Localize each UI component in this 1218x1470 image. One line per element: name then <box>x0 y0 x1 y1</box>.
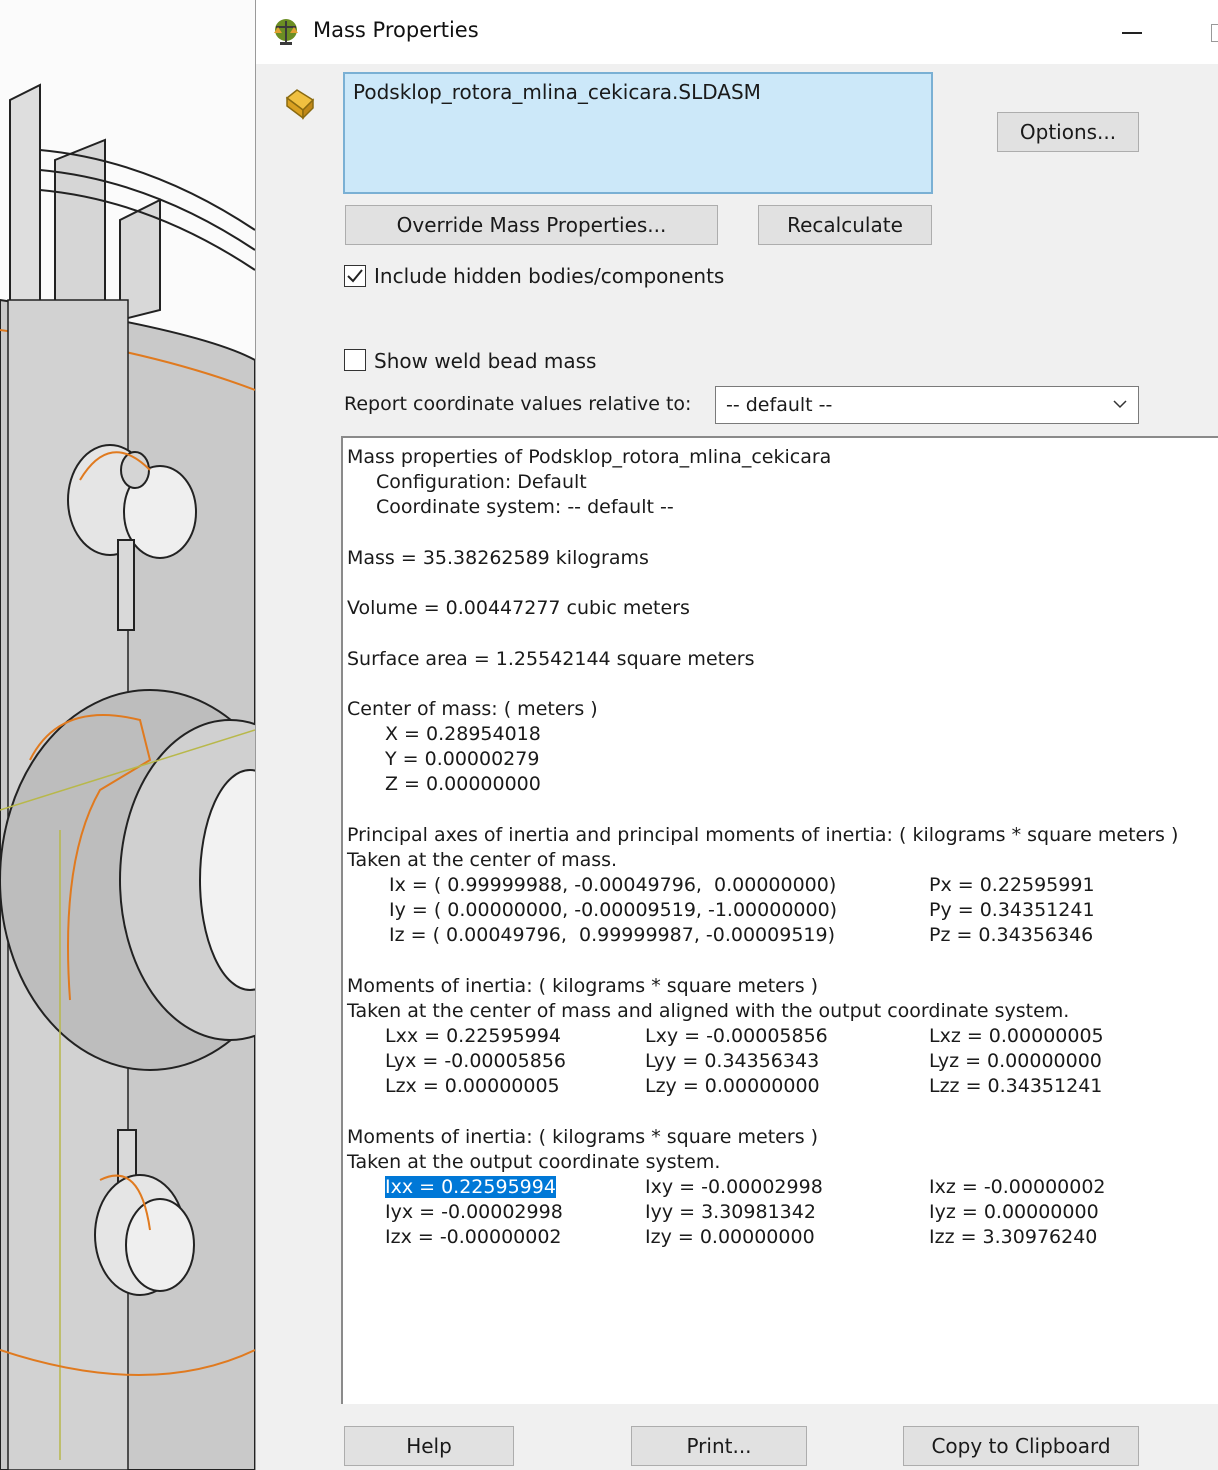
moi-lxy: Lxy = -0.00005856 <box>645 1025 828 1047</box>
moi-izx: Izx = -0.00000002 <box>385 1226 562 1248</box>
assembly-model-render <box>0 0 255 1470</box>
moi-izy: Izy = 0.00000000 <box>645 1226 815 1248</box>
balance-scale-icon <box>274 19 298 45</box>
com-x: X = 0.28954018 <box>385 723 541 745</box>
options-button[interactable]: Options... <box>997 112 1139 152</box>
moi-lyx: Lyx = -0.00005856 <box>385 1050 567 1072</box>
volume-line: Volume = 0.00447277 cubic meters <box>347 597 690 619</box>
moi-com-sub: Taken at the center of mass and aligned … <box>347 1000 1070 1022</box>
checkmark-icon <box>347 269 363 283</box>
principal-ix: Ix = ( 0.99999988, -0.00049796, 0.000000… <box>389 874 837 896</box>
include-hidden-checkbox[interactable] <box>344 265 366 287</box>
dialog-title: Mass Properties <box>313 18 479 42</box>
moi-ixx-selected[interactable]: Ixx = 0.22595994 <box>385 1176 556 1198</box>
com-z: Z = 0.00000000 <box>385 773 541 795</box>
print-button[interactable]: Print... <box>631 1426 807 1466</box>
chevron-down-icon <box>1113 400 1127 409</box>
moi-lyy: Lyy = 0.34356343 <box>645 1050 820 1072</box>
moi-izz: Izz = 3.30976240 <box>929 1226 1098 1248</box>
moi-lyz: Lyz = 0.00000000 <box>929 1050 1102 1072</box>
coordinate-system-line: Coordinate system: -- default -- <box>376 496 674 518</box>
principal-axes-header: Principal axes of inertia and principal … <box>347 824 1179 846</box>
recalculate-button[interactable]: Recalculate <box>758 205 932 245</box>
moi-lzy: Lzy = 0.00000000 <box>645 1075 820 1097</box>
configuration-line: Configuration: Default <box>376 471 587 493</box>
moi-lzx: Lzx = 0.00000005 <box>385 1075 560 1097</box>
principal-iy: Iy = ( 0.00000000, -0.00009519, -1.00000… <box>389 899 838 921</box>
principal-axes-sub: Taken at the center of mass. <box>347 849 618 871</box>
moi-ixy: Ixy = -0.00002998 <box>645 1176 823 1198</box>
selected-item[interactable]: Podsklop_rotora_mlina_cekicara.SLDASM <box>353 80 761 104</box>
moi-iyz: Iyz = 0.00000000 <box>929 1201 1099 1223</box>
copy-to-clipboard-button[interactable]: Copy to Clipboard <box>903 1426 1139 1466</box>
mass-line: Mass = 35.38262589 kilograms <box>347 547 649 569</box>
selected-items-list[interactable]: Podsklop_rotora_mlina_cekicara.SLDASM <box>343 72 933 194</box>
maximize-button[interactable] <box>1211 24 1218 42</box>
moi-iyy: Iyy = 3.30981342 <box>645 1201 816 1223</box>
override-mass-properties-button[interactable]: Override Mass Properties... <box>345 205 718 245</box>
include-hidden-label[interactable]: Include hidden bodies/components <box>374 264 724 288</box>
principal-pz: Pz = 0.34356346 <box>929 924 1094 946</box>
assembly-icon <box>285 89 315 120</box>
principal-py: Py = 0.34351241 <box>929 899 1095 921</box>
moi-lzz: Lzz = 0.34351241 <box>929 1075 1103 1097</box>
results-text-area[interactable]: Mass properties of Podsklop_rotora_mlina… <box>341 436 1218 1404</box>
coordinate-system-dropdown[interactable]: -- default -- <box>715 386 1139 424</box>
results-header: Mass properties of Podsklop_rotora_mlina… <box>347 446 832 468</box>
moi-output-header: Moments of inertia: ( kilograms * square… <box>347 1126 819 1148</box>
moi-lxz: Lxz = 0.00000005 <box>929 1025 1104 1047</box>
moi-lxx: Lxx = 0.22595994 <box>385 1025 561 1047</box>
show-weld-bead-checkbox[interactable] <box>344 349 366 371</box>
title-bar[interactable]: Mass Properties <box>256 0 1218 64</box>
moi-iyx: Iyx = -0.00002998 <box>385 1201 563 1223</box>
moi-ixz: Ixz = -0.00000002 <box>929 1176 1106 1198</box>
principal-iz: Iz = ( 0.00049796, 0.99999987, -0.000095… <box>389 924 835 946</box>
moi-output-sub: Taken at the output coordinate system. <box>347 1151 721 1173</box>
surface-area-line: Surface area = 1.25542144 square meters <box>347 648 755 670</box>
com-y: Y = 0.00000279 <box>385 748 540 770</box>
show-weld-bead-label[interactable]: Show weld bead mass <box>374 349 596 373</box>
minimize-button[interactable] <box>1122 32 1142 34</box>
dropdown-value: -- default -- <box>726 394 833 416</box>
help-button[interactable]: Help <box>344 1426 514 1466</box>
moi-com-header: Moments of inertia: ( kilograms * square… <box>347 975 819 997</box>
report-coordinate-label: Report coordinate values relative to: <box>344 393 692 415</box>
center-of-mass-header: Center of mass: ( meters ) <box>347 698 598 720</box>
mass-properties-dialog: Mass Properties Podsklop_rotora_mlina_ce… <box>255 0 1218 1470</box>
model-viewport[interactable] <box>0 0 255 1470</box>
principal-px: Px = 0.22595991 <box>929 874 1095 896</box>
